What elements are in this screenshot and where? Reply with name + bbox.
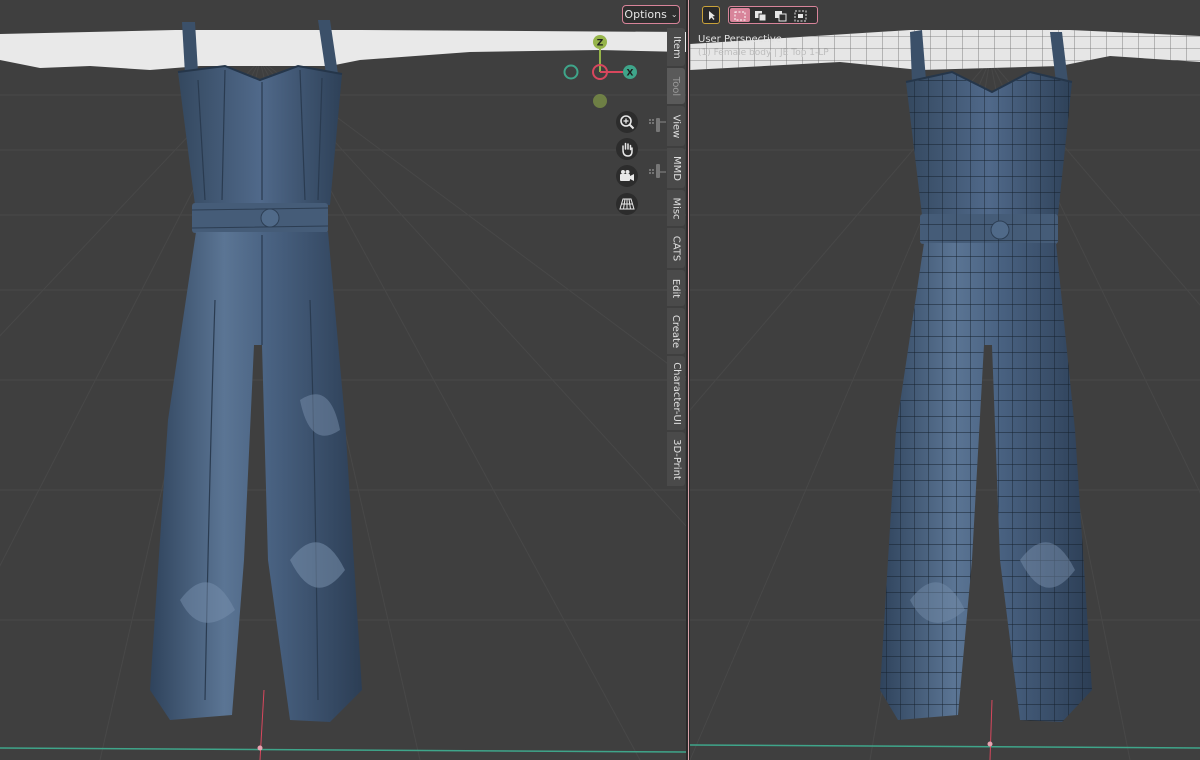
select-mode-group bbox=[728, 6, 818, 24]
navigation-gizmo[interactable]: Z X bbox=[556, 32, 646, 112]
select-invert-icon[interactable] bbox=[792, 8, 810, 22]
right-scene bbox=[690, 30, 1200, 760]
chevron-down-icon: ⌄ bbox=[670, 10, 678, 19]
tab-tool[interactable]: Tool bbox=[667, 68, 685, 104]
tab-mmd[interactable]: MMD bbox=[667, 148, 685, 188]
camera-icon[interactable] bbox=[616, 165, 638, 187]
tab-cats[interactable]: CATS bbox=[667, 228, 685, 268]
gizmo-neg-y-axis[interactable] bbox=[563, 64, 579, 80]
perspective-grid-icon[interactable] bbox=[616, 193, 638, 215]
gizmo-neg-z-axis[interactable] bbox=[593, 94, 607, 108]
options-label: Options bbox=[624, 8, 667, 21]
tab-item[interactable]: Item bbox=[667, 28, 685, 66]
active-viewport-border bbox=[688, 0, 689, 760]
tab-create[interactable]: Create bbox=[667, 308, 685, 354]
left-scene bbox=[0, 20, 686, 760]
viewport-perspective-label: User Perspective bbox=[698, 34, 782, 45]
tab-view[interactable]: View bbox=[667, 106, 685, 146]
active-object-label: (1) Female body | JE Top 1-LP bbox=[698, 48, 829, 58]
zoom-icon[interactable] bbox=[616, 111, 638, 133]
gizmo-x-label: X bbox=[627, 69, 634, 79]
right-3d-viewport[interactable]: User Perspective (1) Female body | JE To… bbox=[690, 0, 1200, 760]
select-new-icon[interactable] bbox=[730, 8, 750, 22]
pan-hand-icon[interactable] bbox=[616, 138, 638, 160]
tab-edit[interactable]: Edit bbox=[667, 270, 685, 306]
tab-3d-print[interactable]: 3D-Print bbox=[667, 432, 685, 486]
tab-character-ui[interactable]: Character-UI bbox=[667, 356, 685, 430]
tab-misc[interactable]: Misc bbox=[667, 190, 685, 226]
left-3d-viewport[interactable]: Options ⌄ Z X Item Tool View MMD Misc CA… bbox=[0, 0, 686, 760]
select-extend-icon[interactable] bbox=[752, 8, 770, 22]
select-subtract-icon[interactable] bbox=[772, 8, 790, 22]
select-cursor-icon[interactable] bbox=[702, 6, 720, 24]
select-mode-toolbar bbox=[690, 0, 1200, 28]
sidebar-tabs: Item Tool View MMD Misc CATS Edit Create… bbox=[667, 28, 685, 488]
gizmo-z-label: Z bbox=[597, 39, 604, 49]
options-dropdown[interactable]: Options ⌄ bbox=[622, 5, 680, 24]
